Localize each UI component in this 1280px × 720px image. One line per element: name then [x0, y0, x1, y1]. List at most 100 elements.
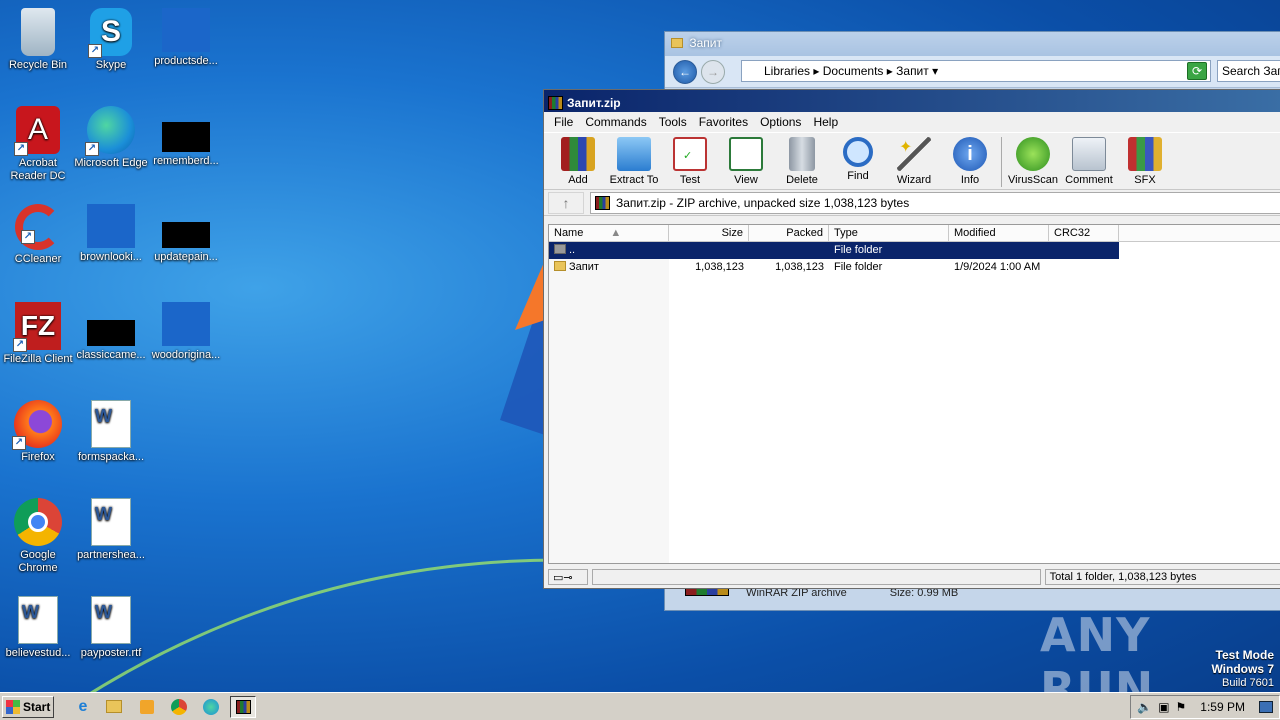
breadcrumb-libraries[interactable]: Libraries — [764, 64, 810, 78]
drive-key-icon[interactable]: ▭⊸ — [548, 569, 588, 585]
explorer-title: Запит — [689, 36, 722, 50]
info-icon: i — [953, 137, 987, 171]
clock[interactable]: 1:59 PM — [1200, 700, 1245, 714]
column-header-size[interactable]: Size — [669, 225, 749, 241]
folder-up-icon — [554, 244, 566, 254]
menu-options[interactable]: Options — [754, 115, 807, 129]
archive-path-field[interactable]: Запит.zip - ZIP archive, unpacked size 1… — [590, 191, 1280, 214]
recycle-bin-icon — [21, 8, 55, 56]
virusscan-button[interactable]: VirusScan — [1005, 135, 1061, 186]
desktop-icon-woodorigina[interactable]: woodorigina... — [148, 302, 224, 362]
file-list[interactable]: Name ▲ Size Packed Type Modified CRC32 .… — [548, 224, 1280, 564]
add-button[interactable]: Add — [550, 135, 606, 186]
breadcrumb-zapyt[interactable]: Запит — [896, 64, 929, 78]
menu-file[interactable]: File — [548, 115, 579, 129]
file-icon — [162, 302, 210, 346]
column-header-name[interactable]: Name ▲ — [549, 225, 669, 241]
back-button[interactable]: ← — [673, 60, 697, 84]
word-document-icon: W — [91, 596, 131, 644]
firefox-icon: ↗ — [12, 400, 62, 450]
explorer-address-row: ← → Libraries ▸ Documents ▸ Запит ▾ ⟳ Se… — [665, 56, 1280, 88]
view-book-icon — [729, 137, 763, 171]
name-column-background — [549, 243, 669, 563]
desktop-icon-recycle-bin[interactable]: Recycle Bin — [0, 8, 76, 72]
winrar-titlebar[interactable]: Запит.zip — [544, 90, 1280, 112]
virus-scan-icon — [1016, 137, 1050, 171]
word-document-icon: W — [18, 596, 58, 644]
explorer-address-bar[interactable]: Libraries ▸ Documents ▸ Запит ▾ — [741, 60, 1211, 82]
desktop-icon-skype[interactable]: S ↗ Skype — [73, 8, 149, 72]
desktop-icon-brownlooki[interactable]: brownlooki... — [73, 204, 149, 264]
column-header-crc32[interactable]: CRC32 — [1049, 225, 1119, 241]
winrar-taskbar-icon[interactable] — [230, 695, 256, 718]
action-center-flag-icon[interactable]: ⚑ — [1176, 700, 1187, 714]
word-document-icon: W — [91, 498, 131, 546]
volume-icon[interactable]: 🔈 — [1137, 700, 1152, 714]
info-button[interactable]: i Info — [942, 135, 998, 186]
menu-favorites[interactable]: Favorites — [693, 115, 754, 129]
windows-logo-icon — [6, 699, 20, 714]
chrome-icon — [14, 498, 62, 546]
refresh-icon[interactable]: ⟳ — [1187, 62, 1207, 80]
magnifier-icon — [843, 137, 873, 167]
taskbar: Start e 🔈 ▣ ⚑ 1:59 PM — [0, 692, 1280, 720]
sfx-button[interactable]: SFX — [1117, 135, 1173, 186]
desktop-icon-partnershea[interactable]: W partnershea... — [73, 498, 149, 562]
extract-to-button[interactable]: Extract To — [606, 135, 662, 186]
breadcrumb-documents[interactable]: Documents — [823, 64, 884, 78]
internet-explorer-icon[interactable]: e — [70, 696, 96, 718]
view-button[interactable]: View — [718, 135, 774, 186]
trash-can-icon — [789, 137, 815, 171]
zip-archive-icon — [595, 195, 610, 210]
desktop-icon-updatepain[interactable]: updatepain... — [148, 204, 224, 264]
test-button[interactable]: ✓ Test — [662, 135, 718, 186]
desktop-icon-firefox[interactable]: ↗ Firefox — [0, 400, 76, 464]
media-player-icon[interactable] — [134, 696, 160, 718]
menu-help[interactable]: Help — [807, 115, 844, 129]
network-icon[interactable]: ▣ — [1158, 700, 1169, 714]
forward-button[interactable]: → — [701, 60, 725, 84]
wizard-button[interactable]: ✦ Wizard — [886, 135, 942, 186]
desktop-icon-acrobat[interactable]: A ↗ Acrobat Reader DC — [0, 106, 76, 183]
winrar-window[interactable]: Запит.zip File Commands Tools Favorites … — [543, 89, 1280, 589]
test-mode-watermark: Test Mode Windows 7 Build 7601 — [1211, 648, 1274, 689]
edge-taskbar-icon[interactable] — [198, 696, 224, 718]
desktop-icon-chrome[interactable]: Google Chrome — [0, 498, 76, 575]
menu-commands[interactable]: Commands — [579, 115, 652, 129]
desktop-icon-productsde[interactable]: productsde... — [148, 8, 224, 68]
delete-button[interactable]: Delete — [774, 135, 830, 186]
column-header-modified[interactable]: Modified — [949, 225, 1049, 241]
show-desktop-icon[interactable] — [1259, 701, 1273, 713]
winrar-logo-icon — [548, 96, 563, 110]
desktop-icon-payposter[interactable]: W payposter.rtf — [73, 596, 149, 660]
table-row-zapyt[interactable]: Запит 1,038,123 1,038,123 File folder 1/… — [549, 259, 1280, 276]
sfx-box-icon — [1128, 137, 1162, 171]
start-button[interactable]: Start — [2, 695, 54, 718]
status-selection — [591, 569, 1041, 585]
desktop-icon-edge[interactable]: ↗ Microsoft Edge — [73, 106, 149, 170]
chrome-taskbar-icon[interactable] — [166, 696, 192, 718]
winrar-menubar: File Commands Tools Favorites Options He… — [544, 112, 1280, 132]
filezilla-icon: FZ ↗ — [13, 302, 61, 352]
file-explorer-icon[interactable] — [102, 696, 128, 718]
up-arrow-icon[interactable]: ↑ — [548, 191, 584, 214]
desktop-icon-filezilla[interactable]: FZ ↗ FileZilla Client — [0, 302, 76, 366]
file-icon — [162, 122, 210, 152]
folder-icon — [671, 38, 683, 48]
desktop-icon-believestud[interactable]: W believestud... — [0, 596, 76, 660]
column-header-packed[interactable]: Packed — [749, 225, 829, 241]
desktop-icon-classiccame[interactable]: classiccame... — [73, 302, 149, 362]
system-tray: 🔈 ▣ ⚑ 1:59 PM — [1130, 695, 1280, 719]
winrar-pathbar: ↑ Запит.zip - ZIP archive, unpacked size… — [544, 190, 1280, 216]
menu-tools[interactable]: Tools — [653, 115, 693, 129]
find-button[interactable]: Find — [830, 135, 886, 182]
desktop-icon-formspacka[interactable]: W formspacka... — [73, 400, 149, 464]
desktop-icon-ccleaner[interactable]: ↗ CCleaner — [0, 204, 76, 266]
comment-button[interactable]: Comment — [1061, 135, 1117, 186]
add-archive-icon — [561, 137, 595, 171]
column-header-type[interactable]: Type — [829, 225, 949, 241]
explorer-titlebar[interactable]: Запит — [665, 32, 1280, 56]
explorer-search-input[interactable]: Search Запит — [1217, 60, 1280, 82]
desktop-icon-rememberd[interactable]: rememberd... — [148, 106, 224, 168]
table-row-parent[interactable]: .. File folder — [549, 242, 1119, 259]
